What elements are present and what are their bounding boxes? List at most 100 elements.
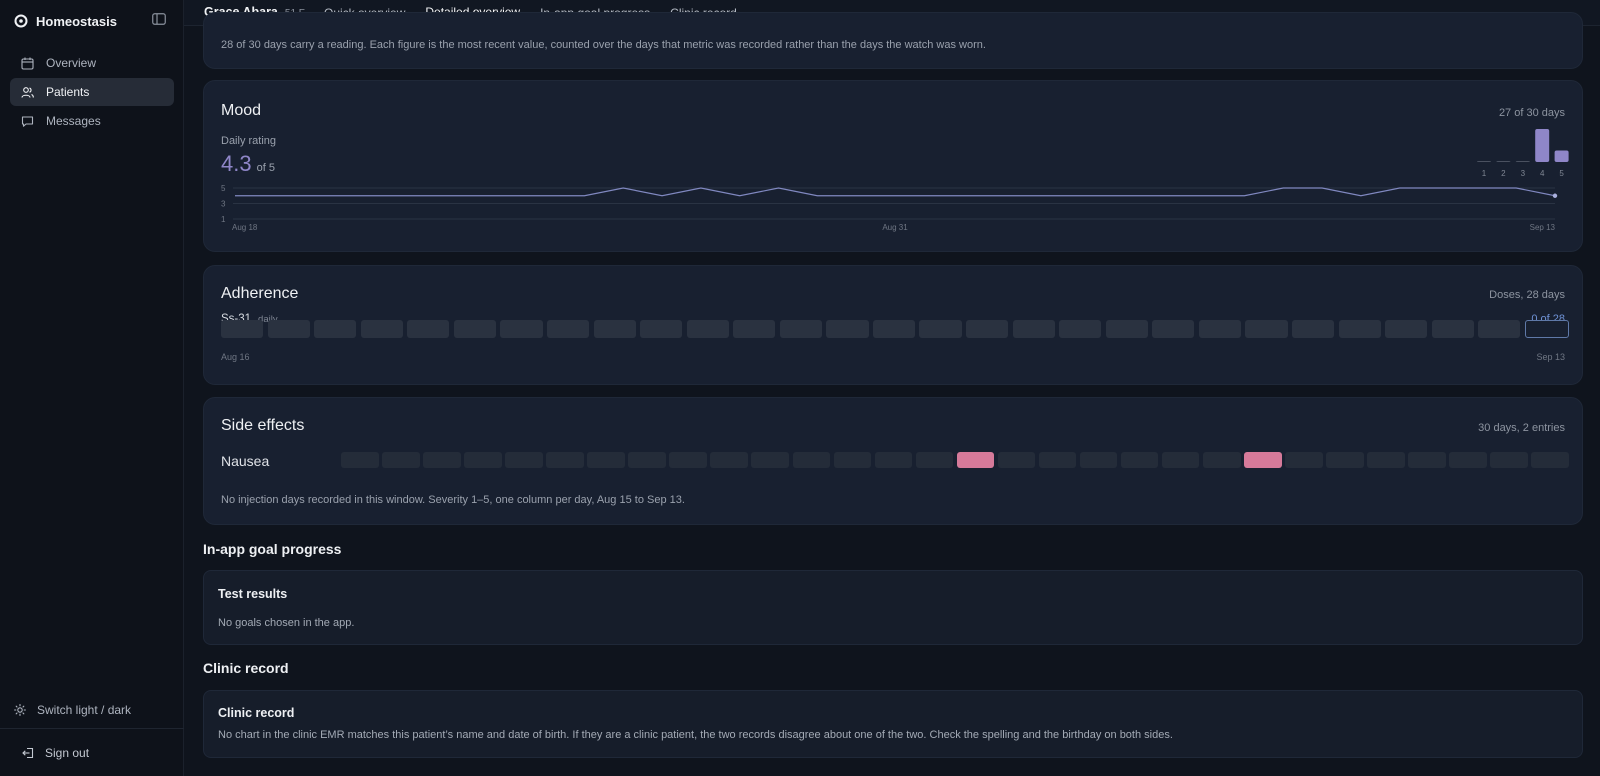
message-icon: [21, 115, 34, 127]
sign-out-icon: [22, 747, 34, 759]
adherence-day-cell[interactable]: [267, 320, 310, 338]
side-effect-day-cell[interactable]: [1531, 452, 1569, 468]
y-tick-label: 3: [221, 200, 226, 209]
side-effect-day-cell[interactable]: [1367, 452, 1405, 468]
side-effect-day-cell[interactable]: [751, 452, 790, 468]
clinic-heading: Clinic record: [203, 660, 289, 676]
goals-heading: In-app goal progress: [203, 541, 342, 557]
side-effect-day-cell[interactable]: [1449, 452, 1487, 468]
sign-out-button[interactable]: Sign out: [22, 746, 89, 760]
side-effect-day-cell[interactable]: [710, 452, 748, 468]
goals-panel-title: Test results: [218, 587, 288, 601]
side-effect-day-cell[interactable]: [1490, 452, 1528, 468]
adherence-day-cell[interactable]: [872, 320, 916, 338]
x-tick-label: Aug 18: [232, 223, 258, 232]
adherence-day-cell[interactable]: [593, 320, 636, 338]
adherence-day-cell[interactable]: [1012, 320, 1055, 338]
goals-panel-text: No goals chosen in the app.: [218, 617, 355, 629]
adherence-day-cell[interactable]: [826, 320, 869, 338]
distribution-bar: [1535, 129, 1550, 162]
mood-days-count: 27 of 30 days: [1498, 107, 1565, 119]
adherence-day-cell[interactable]: [1385, 320, 1428, 338]
adherence-day-cell[interactable]: [779, 320, 822, 338]
side-effect-day-cell[interactable]: [1326, 452, 1364, 468]
mood-average-value: 4.3: [221, 151, 252, 176]
side-effect-day-cell[interactable]: [833, 452, 872, 468]
sign-out-label: Sign out: [45, 746, 90, 760]
adherence-day-cell[interactable]: [1105, 320, 1148, 338]
side-effect-day-cell[interactable]: [1285, 452, 1323, 468]
app-name: Homeostasis: [36, 13, 117, 29]
brand[interactable]: Homeostasis: [14, 12, 117, 30]
adherence-day-cell[interactable]: [686, 320, 729, 338]
adherence-day-cell[interactable]: [1245, 320, 1288, 338]
side-effect-day-cell[interactable]: [423, 452, 461, 468]
side-effect-day-cell[interactable]: [874, 452, 913, 468]
adherence-day-cell[interactable]: [314, 320, 357, 338]
latest-point: [1552, 193, 1558, 198]
side-effect-day-cell[interactable]: [1202, 452, 1241, 468]
side-effect-day-cell[interactable]: [505, 452, 543, 468]
side-effect-day-cell[interactable]: [997, 452, 1036, 468]
side-effect-day-cell[interactable]: [792, 452, 831, 468]
sidebar-divider: [0, 728, 184, 729]
adherence-day-cell[interactable]: [1291, 320, 1335, 338]
distribution-bar: [1477, 161, 1491, 162]
adherence-day-cell[interactable]: [919, 320, 962, 338]
side-effect-day-cell[interactable]: [1408, 452, 1446, 468]
adherence-day-cell[interactable]: [1338, 320, 1381, 338]
sidebar-toggle-icon[interactable]: [152, 13, 166, 25]
adherence-day-cell[interactable]: [360, 320, 403, 338]
adherence-day-cell[interactable]: [1431, 320, 1474, 338]
adherence-day-cell[interactable]: [966, 320, 1009, 338]
adherence-title: Adherence: [221, 285, 299, 302]
side-effect-day-cell[interactable]: [669, 452, 707, 468]
theme-toggle-label: Switch light / dark: [37, 703, 132, 717]
adherence-day-cell[interactable]: [546, 320, 590, 338]
adherence-day-cell[interactable]: [500, 320, 543, 338]
sidebar-item-messages[interactable]: Messages: [10, 107, 174, 135]
mood-distribution-chart: 1 2 3 4 5: [1477, 129, 1569, 178]
adherence-day-cell[interactable]: [1198, 320, 1242, 338]
side-effect-day-cell[interactable]: [915, 452, 954, 468]
clinic-panel: Clinic record No chart in the clinic EMR…: [203, 690, 1583, 758]
sidebar-item-label: Patients: [46, 85, 90, 99]
sidebar-item-label: Messages: [46, 114, 101, 128]
side-effect-day-cell[interactable]: [1038, 452, 1077, 468]
side-effect-day-cell[interactable]: [341, 452, 379, 468]
y-tick-label: 1: [221, 215, 226, 224]
goals-panel: Test results No goals chosen in the app.: [203, 570, 1583, 645]
adherence-day-cell[interactable]: [407, 320, 450, 338]
side-effect-day-cell[interactable]: [464, 452, 502, 468]
adherence-day-cell[interactable]: [733, 320, 776, 338]
side-effect-day-cell[interactable]: [628, 452, 666, 468]
distribution-tick-label: 1: [1482, 169, 1487, 178]
side-effect-day-cell[interactable]: [1120, 452, 1159, 468]
distribution-bar: [1515, 161, 1530, 162]
adherence-day-cell[interactable]: [1478, 320, 1521, 338]
theme-toggle-button[interactable]: Switch light / dark: [14, 703, 131, 717]
side-effect-day-cell[interactable]: [587, 452, 625, 468]
wearable-card: 28 of 30 days carry a reading. Each figu…: [203, 12, 1583, 69]
adherence-day-cell[interactable]: [1152, 320, 1195, 338]
adherence-day-cell[interactable]: [1059, 320, 1102, 338]
adherence-day-cell[interactable]: [453, 320, 497, 338]
sidebar-item-patients[interactable]: Patients: [10, 78, 174, 106]
sidebar-nav: Overview Patients Messages: [10, 49, 174, 136]
adherence-end-date: Sep 13: [1536, 352, 1565, 362]
mood-line-chart: 5 3 1 Aug 18 Aug 31 Sep 13: [221, 184, 1558, 232]
side-effect-day-cell[interactable]: [382, 452, 420, 468]
mood-card: Mood 27 of 30 days Daily rating 4.3 of 5…: [203, 80, 1583, 252]
adherence-day-cell[interactable]: [640, 320, 683, 338]
side-effect-day-cell[interactable]: [1244, 452, 1282, 468]
mood-label: Daily rating: [221, 135, 277, 147]
sidebar-item-overview[interactable]: Overview: [10, 49, 174, 77]
side-effect-day-cell[interactable]: [1079, 452, 1118, 468]
side-effect-day-cell[interactable]: [1161, 452, 1200, 468]
adherence-day-cell[interactable]: [1524, 320, 1569, 338]
side-effect-day-cell[interactable]: [546, 452, 584, 468]
x-tick-label: Aug 31: [882, 223, 908, 232]
distribution-tick-label: 2: [1501, 169, 1506, 178]
side-effect-day-cell[interactable]: [956, 452, 995, 468]
adherence-day-cell[interactable]: [221, 320, 264, 338]
